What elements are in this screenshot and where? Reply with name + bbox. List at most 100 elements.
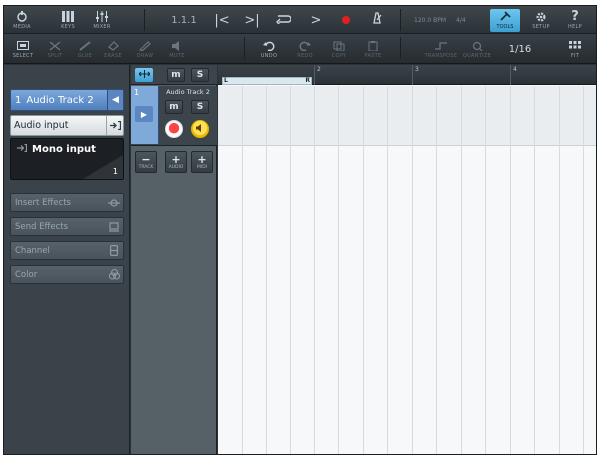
main-toolbar: MEDIA KEYS MIXER 1.1.1 |< >| > 120.0 BPM… — [4, 6, 596, 34]
loop-range[interactable]: L R — [222, 77, 312, 85]
record-button[interactable] — [336, 6, 356, 34]
grid-line — [412, 86, 413, 454]
track-solo-label: S — [196, 102, 204, 112]
toolbar-divider — [244, 37, 245, 59]
metronome-button[interactable] — [366, 6, 388, 34]
plus-icon: + — [197, 152, 207, 166]
split-tool-button[interactable]: SPLIT — [42, 35, 68, 63]
add-midi-track-button[interactable]: + MIDI — [191, 151, 213, 173]
play-icon: > — [310, 12, 322, 28]
draw-label: DRAW — [136, 53, 154, 59]
grid-line — [338, 86, 339, 454]
plus-icon: + — [171, 152, 181, 166]
track-lane[interactable] — [218, 86, 596, 146]
track-mute-label: m — [169, 102, 179, 112]
track-inspector: 1 Audio Track 2 ◀ Audio input Mono input… — [4, 65, 130, 454]
global-solo-button[interactable]: S — [191, 68, 209, 82]
quantize-button[interactable]: QUANTIZE — [460, 35, 494, 63]
loop-left-locator[interactable]: L — [224, 77, 228, 84]
zoom-fit-button[interactable] — [135, 68, 153, 82]
add-audio-track-button[interactable]: + AUDIO — [165, 151, 187, 173]
grid-line — [290, 86, 291, 454]
global-mute-button[interactable]: m — [167, 68, 185, 82]
track-play-button[interactable]: ▶ — [135, 106, 153, 122]
erase-tool-button[interactable]: ERASE — [100, 35, 126, 63]
mixer-icon — [96, 10, 108, 23]
timeline-ruler[interactable]: L R 2 3 4 — [218, 65, 596, 85]
go-to-end-button[interactable]: >| — [242, 6, 262, 34]
grid-line — [461, 86, 462, 454]
undo-label: UNDO — [260, 53, 278, 59]
go-to-start-button[interactable]: |< — [212, 6, 232, 34]
play-button[interactable]: > — [306, 6, 326, 34]
tools-button[interactable]: TOOLS — [490, 9, 520, 32]
send-effects-section[interactable]: Send Effects — [10, 217, 124, 236]
mute-tool-button[interactable]: MUTE — [164, 35, 190, 63]
grid-line — [314, 86, 315, 454]
metronome-icon — [371, 12, 383, 28]
track-solo-button[interactable]: S — [191, 100, 209, 114]
select-tool-button[interactable]: SELECT — [10, 35, 36, 63]
help-label: HELP — [568, 24, 582, 30]
fit-icon — [569, 39, 581, 52]
tools-icon — [499, 11, 511, 24]
input-channel-number: 1 — [112, 167, 118, 176]
record-icon — [342, 16, 350, 24]
copy-button[interactable]: COPY — [326, 35, 352, 63]
skip-back-icon: |< — [214, 12, 230, 28]
ruler-bar-label: 2 — [317, 66, 321, 73]
quantize-value-select[interactable]: 1/16 — [500, 34, 540, 64]
add-track-button[interactable]: − TRACK — [135, 151, 157, 173]
undo-button[interactable]: UNDO — [256, 35, 282, 63]
channel-section[interactable]: Channel — [10, 241, 124, 260]
redo-button[interactable]: REDO — [292, 35, 318, 63]
grid-line — [534, 86, 535, 454]
help-button[interactable]: ? HELP — [562, 6, 588, 34]
track-row[interactable]: 1 ▶ Audio Track 2 m S — [131, 86, 217, 146]
grid-line — [242, 86, 243, 454]
insert-effects-section[interactable]: Insert Effects — [10, 193, 124, 212]
skip-forward-icon: >| — [244, 12, 260, 28]
mono-input-name: Mono input — [32, 144, 96, 155]
fit-button[interactable]: FIT — [560, 35, 590, 63]
keys-button[interactable]: KEYS — [54, 6, 82, 34]
grid-line — [510, 86, 511, 454]
ruler-tick — [314, 65, 315, 85]
mute-label: MUTE — [169, 53, 185, 59]
cycle-button[interactable] — [272, 6, 294, 34]
copy-label: COPY — [331, 53, 347, 59]
mixer-button[interactable]: MIXER — [88, 6, 116, 34]
monitor-button[interactable] — [191, 120, 209, 138]
track-mute-button[interactable]: m — [165, 100, 183, 114]
split-label: SPLIT — [47, 53, 63, 59]
toolbar-divider — [400, 37, 401, 59]
track-number: 1 — [134, 88, 140, 97]
quantize-icon — [471, 39, 483, 52]
grid-line — [583, 86, 584, 454]
global-mute-label: m — [171, 70, 181, 80]
loop-right-locator[interactable]: R — [305, 77, 310, 84]
collapse-arrow-icon[interactable]: ◀ — [107, 90, 123, 110]
media-button[interactable]: MEDIA — [8, 6, 36, 34]
grid-line — [387, 86, 388, 454]
mixer-label: MIXER — [93, 24, 111, 30]
color-label: Color — [15, 269, 38, 280]
tempo-display[interactable]: 120.0 BPM 4/4 — [406, 6, 486, 34]
audio-input-section[interactable]: Audio input — [10, 115, 124, 136]
glue-tool-button[interactable]: GLUE — [72, 35, 98, 63]
transpose-button[interactable]: TRANSPOSE — [424, 35, 458, 63]
draw-tool-button[interactable]: DRAW — [132, 35, 158, 63]
mono-input-selector[interactable]: Mono input 1 — [10, 138, 124, 180]
position-display[interactable]: 1.1.1 — [154, 6, 214, 34]
inspector-track-header[interactable]: 1 Audio Track 2 ◀ — [10, 89, 124, 111]
setup-label: SETUP — [532, 24, 550, 30]
setup-button[interactable]: SETUP — [528, 6, 554, 34]
channel-fader-icon — [105, 245, 123, 256]
redo-label: REDO — [297, 53, 313, 59]
paste-button[interactable]: PASTE — [360, 35, 386, 63]
arrange-view[interactable]: L R 2 3 4 — [218, 65, 596, 454]
track-list: m S 1 ▶ Audio Track 2 m S − TRACK + AUDI… — [131, 65, 217, 454]
record-enable-button[interactable] — [165, 120, 183, 138]
color-section[interactable]: Color — [10, 265, 124, 284]
grid-line — [436, 86, 437, 454]
